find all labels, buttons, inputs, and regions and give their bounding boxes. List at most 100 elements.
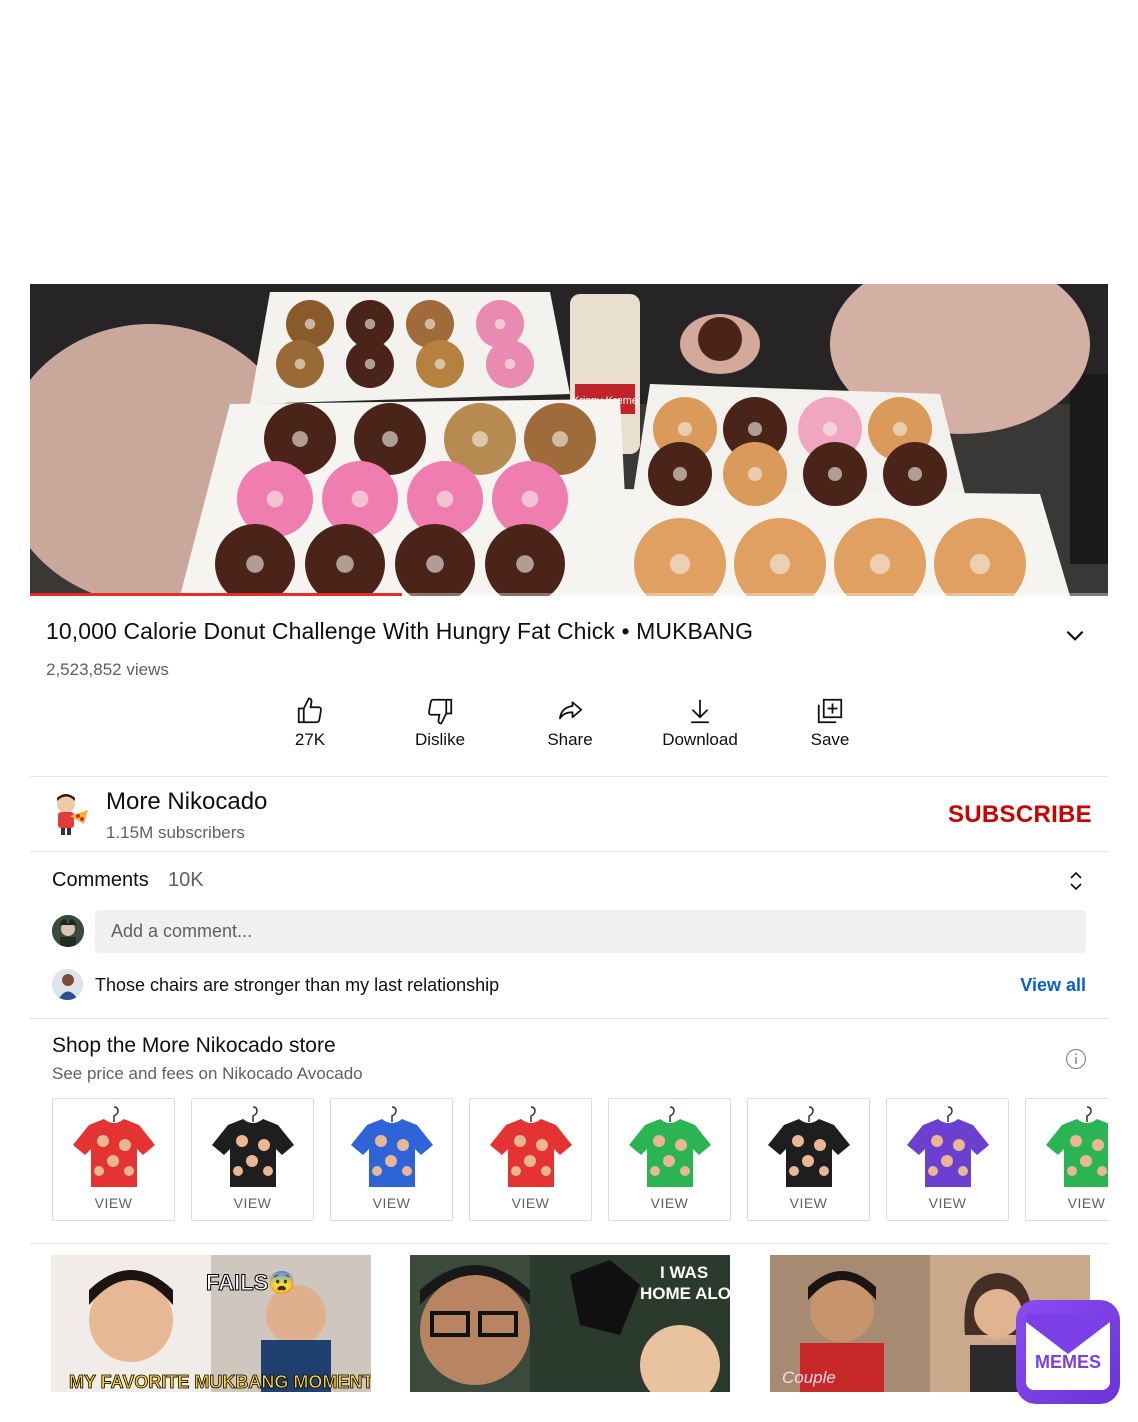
comments-heading[interactable]: Comments [52,869,149,892]
donut-hole [304,318,316,330]
divider [30,776,1108,777]
donut-hole [669,553,691,575]
donut-hole [827,466,843,482]
dislike-label: Dislike [414,730,466,749]
donut-hole [292,431,308,447]
donut-hole [969,553,991,575]
tshirt-icon [1046,1106,1108,1187]
donut-hole [434,358,446,370]
donut-hole [552,431,568,447]
donut-hole [266,490,284,508]
merch-item[interactable]: VIEW [52,1098,175,1221]
dislike-button[interactable]: Dislike [375,696,505,766]
merch-view-label: VIEW [372,1195,411,1211]
donut-hole [426,555,444,573]
thumb-1-overlay-bottom: MY FAVORITE MUKBANG MOMENTS [69,1372,371,1392]
tshirt-icon [907,1106,989,1187]
donut-hole [294,358,306,370]
shop-subtitle: See price and fees on Nikocado Avocado [52,1064,363,1083]
merch-view-label: VIEW [928,1195,967,1211]
video-title: 10,000 Calorie Donut Challenge With Hung… [46,618,754,644]
donut-hole [747,421,763,437]
channel-name[interactable]: More Nikocado [106,788,267,816]
merch-item[interactable]: VIEW [1025,1098,1108,1221]
shop-title: Shop the More Nikocado store [52,1034,336,1057]
info-icon[interactable] [1065,1048,1087,1070]
comment-input[interactable] [95,910,1071,953]
recommended-video-1[interactable]: FAILS😨 MY FAVORITE MUKBANG MOMENTS [51,1255,371,1392]
progress-fill [30,593,402,596]
divider [30,1243,1108,1244]
donut-hole [516,555,534,573]
thumb-2-overlay-bottom: HOME ALONE [640,1284,730,1303]
save-button[interactable]: Save [765,696,895,766]
save-to-playlist-icon [817,698,843,724]
merch-shelf: VIEW VIEW VIEW VIEW VIEW VIEW VIEW VIEW [52,1098,1108,1222]
thumb-2-overlay-top: I WAS [660,1263,708,1282]
donut-hole [364,318,376,330]
donut-hole [436,490,454,508]
donut-hole [907,466,923,482]
merch-view-label: VIEW [650,1195,689,1211]
merch-item[interactable]: VIEW [608,1098,731,1221]
download-icon [691,699,709,724]
recommended-video-2[interactable]: I WAS HOME ALONE [410,1255,730,1392]
tshirt-icon [73,1106,155,1187]
video-player[interactable]: Krispy Kreme [30,284,1108,596]
merch-view-label: VIEW [1067,1195,1106,1211]
channel-avatar[interactable] [48,792,90,836]
chevron-down-icon[interactable] [1062,622,1088,648]
share-label: Share [547,730,593,749]
view-all-comments-link[interactable]: View all [1020,975,1086,996]
merch-view-label: VIEW [789,1195,828,1211]
donut-hole [869,553,891,575]
merch-item[interactable]: VIEW [886,1098,1009,1221]
merch-view-label: VIEW [233,1195,272,1211]
save-label: Save [810,730,850,749]
tshirt-icon [490,1106,572,1187]
memes-logo: MEMES [1014,1298,1122,1406]
tshirt-icon [351,1106,433,1187]
thumbs-up-icon [297,697,322,724]
donut-hole [892,421,908,437]
thumbs-down-icon [428,698,453,725]
tshirt-icon [212,1106,294,1187]
donut-hole [351,490,369,508]
donut-hole [246,555,264,573]
merch-view-label: VIEW [511,1195,550,1211]
donut-hole [472,431,488,447]
like-button[interactable]: 27K [245,696,375,766]
share-button[interactable]: Share [505,696,635,766]
donut-hole [382,431,398,447]
merch-item[interactable]: VIEW [469,1098,592,1221]
tshirt-icon [768,1106,850,1187]
donut-hole [672,466,688,482]
tshirt-icon [629,1106,711,1187]
commenter-avatar [52,969,83,1000]
donut-hole [336,555,354,573]
donut-hole [494,318,506,330]
download-button[interactable]: Download [635,696,765,766]
thumb-1-overlay-top: FAILS😨 [206,1270,296,1295]
divider [30,851,1108,852]
donut-hole [521,490,539,508]
action-bar: 27K Dislike Share Download Save [245,696,895,766]
video-frame-donuts: Krispy Kreme [30,284,1108,596]
donut-hole [504,358,516,370]
view-count: 2,523,852 views [46,660,169,679]
donut-hole [822,421,838,437]
share-icon [559,701,583,720]
merch-item[interactable]: VIEW [747,1098,870,1221]
merch-view-label: VIEW [94,1195,133,1211]
svg-text:MEMES: MEMES [1035,1352,1101,1372]
like-count: 27K [294,730,326,749]
merch-item[interactable]: VIEW [330,1098,453,1221]
divider [30,1018,1108,1019]
expand-collapse-icon[interactable] [1066,870,1086,892]
comments-count: 10K [168,869,204,891]
merch-item[interactable]: VIEW [191,1098,314,1221]
donut-hole [677,421,693,437]
subscribe-button[interactable]: SUBSCRIBE [948,801,1092,829]
subscriber-count: 1.15M subscribers [106,823,245,842]
user-avatar [52,915,84,947]
